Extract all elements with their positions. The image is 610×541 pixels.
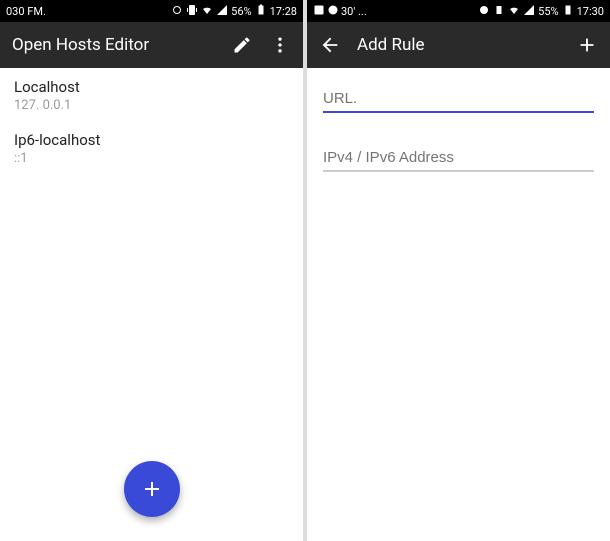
app-bar: Open Hosts Editor [0, 22, 303, 68]
wifi-icon [201, 4, 213, 19]
status-right: 55% 17:30 [478, 4, 604, 19]
status-left: 30' ... [313, 4, 367, 19]
status-right: 56% 17:28 [171, 4, 297, 19]
clock-icon [327, 4, 339, 19]
ip-input[interactable] [323, 145, 594, 172]
signal-icon [523, 4, 535, 19]
list-item[interactable]: Ip6-localhost ::1 [0, 121, 303, 174]
time-text: 17:30 [577, 5, 604, 18]
hosts-list: Localhost 127. 0.0.1 Ip6-localhost ::1 [0, 68, 303, 541]
app-title: Add Rule [357, 35, 560, 55]
add-rule-form [307, 68, 610, 541]
app-bar: Add Rule [307, 22, 610, 68]
battery-text: 56% [231, 5, 251, 18]
status-bar: 30' ... 55% 17:30 [307, 0, 610, 22]
arrow-back-icon [319, 34, 341, 56]
add-button[interactable] [576, 34, 598, 56]
signal-icon [216, 4, 228, 19]
image-icon [313, 4, 325, 19]
battery-text: 55% [538, 5, 558, 18]
app-title: Open Hosts Editor [12, 35, 215, 55]
back-button[interactable] [319, 34, 341, 56]
battery-icon [255, 4, 267, 19]
pencil-icon [232, 35, 252, 55]
list-item[interactable]: Localhost 127. 0.0.1 [0, 68, 303, 121]
phone-left: 030 FM. 56% 17:28 Open Hosts Editor [0, 0, 303, 541]
wifi-icon [508, 4, 520, 19]
status-left-text: 30' ... [341, 5, 367, 18]
more-vert-icon [270, 35, 290, 55]
host-ip: ::1 [14, 151, 289, 166]
url-input[interactable] [323, 86, 594, 113]
status-left-text: 030 FM. [6, 5, 46, 18]
time-text: 17:28 [270, 5, 297, 18]
host-ip: 127. 0.0.1 [14, 98, 289, 113]
status-bar: 030 FM. 56% 17:28 [0, 0, 303, 22]
more-button[interactable] [269, 34, 291, 56]
ip-field-group [307, 117, 610, 176]
edit-button[interactable] [231, 34, 253, 56]
vibrate-icon [186, 4, 198, 19]
plus-icon [576, 34, 598, 56]
host-name: Ip6-localhost [14, 131, 289, 149]
status-left: 030 FM. [6, 5, 46, 18]
phone-right: 30' ... 55% 17:30 Add Rule [307, 0, 610, 541]
alarm-icon [171, 4, 183, 19]
vibrate-icon [493, 4, 505, 19]
plus-icon [140, 477, 164, 501]
url-field-group [307, 68, 610, 117]
alarm-icon [478, 4, 490, 19]
host-name: Localhost [14, 78, 289, 96]
battery-icon [562, 4, 574, 19]
add-fab[interactable] [124, 461, 180, 517]
